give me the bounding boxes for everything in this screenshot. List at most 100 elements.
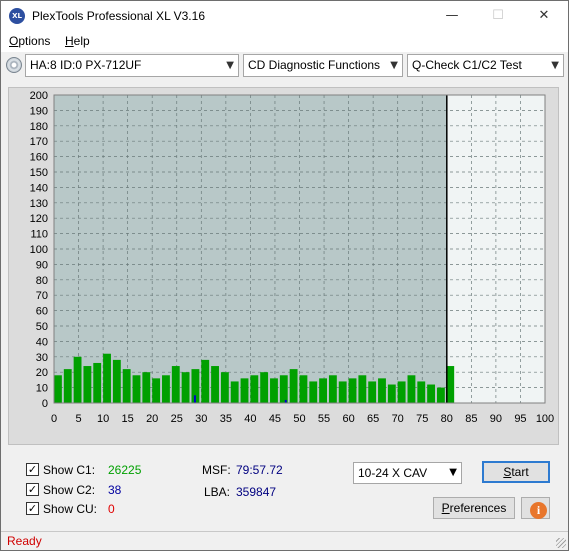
x-tick-label: 80	[441, 413, 453, 425]
chevron-down-icon: ▼	[390, 60, 398, 71]
c1-bar	[328, 375, 337, 403]
y-tick-label: 170	[30, 136, 48, 148]
speed-select[interactable]: 10-24 X CAV ▼	[353, 462, 462, 484]
c1-bar	[122, 369, 131, 403]
controls-panel: ✓ Show C1: ✓ Show C2: ✓ Show CU: 26225 3…	[8, 451, 559, 527]
c1-bar	[103, 353, 111, 403]
c1-bar	[299, 375, 308, 403]
lba-value: 359847	[236, 485, 277, 499]
y-tick-label: 130	[30, 198, 48, 210]
y-tick-label: 50	[36, 321, 48, 333]
c1-bar	[73, 356, 82, 403]
c1-bar	[387, 384, 396, 403]
start-label: tart	[511, 465, 529, 479]
menu-options[interactable]: Options	[9, 34, 50, 48]
title-bar: XL PlexTools Professional XL V3.16 — ☐ ✕	[1, 1, 568, 31]
y-tick-label: 10	[36, 383, 48, 395]
x-tick-label: 40	[244, 413, 256, 425]
c1-bar	[201, 359, 210, 403]
c1-bar	[220, 372, 229, 403]
c1-bar	[338, 381, 347, 403]
c1-bar	[162, 375, 170, 403]
y-tick-label: 80	[36, 275, 48, 287]
c1-bar	[240, 378, 249, 403]
y-tick-label: 110	[30, 229, 48, 241]
c1-bar	[211, 366, 219, 403]
info-button[interactable]: i	[521, 497, 550, 519]
maximize-button[interactable]: ☐	[475, 1, 521, 31]
y-tick-label: 60	[36, 306, 48, 318]
check-icon: ✓	[26, 463, 39, 476]
x-tick-label: 35	[220, 413, 232, 425]
y-tick-label: 160	[30, 152, 48, 164]
close-button[interactable]: ✕	[521, 1, 567, 31]
minimize-button[interactable]: —	[429, 1, 475, 31]
check-icon: ✓	[26, 502, 39, 515]
c1-bar	[83, 366, 92, 403]
x-tick-label: 5	[75, 413, 81, 425]
y-tick-label: 20	[36, 367, 48, 379]
drive-select-value: HA:8 ID:0 PX-712UF	[30, 58, 142, 72]
c2-bar	[193, 395, 196, 403]
c1-bar	[250, 375, 259, 403]
c1-bar	[436, 387, 445, 403]
y-tick-label: 140	[30, 182, 48, 194]
c1-bar	[93, 362, 102, 403]
menu-options-mnemonic: O	[9, 34, 19, 48]
preferences-button[interactable]: Preferences	[433, 497, 515, 519]
menu-help[interactable]: Help	[65, 34, 90, 48]
c1-bar	[171, 366, 180, 403]
c1-c2-error-chart: 0102030405060708090100110120130140150160…	[30, 90, 555, 425]
menu-bar: Options Help	[1, 31, 568, 52]
preferences-label: references	[449, 501, 507, 515]
x-tick-label: 15	[122, 413, 134, 425]
y-tick-label: 0	[42, 398, 48, 410]
chart-panel: 0 10 20 30 40 50 60 70 80 90 100 110 120 130 140 150 160…	[8, 87, 559, 445]
x-tick-label: 20	[146, 413, 158, 425]
lba-label: LBA:	[204, 485, 231, 499]
x-tick-label: 100	[536, 413, 554, 425]
x-tick-label: 30	[195, 413, 207, 425]
show-c1-label: Show C1:	[43, 463, 96, 477]
disc-drive-icon	[6, 57, 22, 73]
preferences-mnemonic: P	[441, 501, 450, 515]
c1-bar	[289, 369, 298, 403]
app-logo-icon: XL	[9, 8, 25, 24]
drive-select[interactable]: HA:8 ID:0 PX-712UF ▼	[25, 54, 239, 77]
y-tick-label: 200	[30, 90, 48, 102]
toolbar: HA:8 ID:0 PX-712UF ▼ CD Diagnostic Funct…	[1, 52, 568, 80]
y-tick-label: 180	[30, 121, 48, 133]
c1-bar	[142, 372, 151, 403]
window-title: PlexTools Professional XL V3.16	[32, 9, 205, 23]
function-select[interactable]: CD Diagnostic Functions ▼	[243, 54, 403, 77]
c1-count: 26225	[108, 463, 142, 477]
c1-bar	[319, 378, 327, 403]
c1-bar	[368, 381, 377, 403]
x-tick-label: 25	[171, 413, 183, 425]
y-tick-label: 100	[30, 244, 48, 256]
c1-bar	[230, 381, 239, 403]
x-tick-label: 55	[318, 413, 330, 425]
c1-bar	[309, 381, 318, 403]
c1-bar	[348, 378, 357, 403]
start-button[interactable]: Start	[482, 461, 550, 483]
info-icon: i	[530, 502, 547, 519]
resize-grip-icon[interactable]	[556, 538, 566, 548]
x-tick-label: 0	[51, 413, 57, 425]
c1-bar	[358, 375, 367, 403]
x-tick-label: 85	[465, 413, 477, 425]
c1-bar	[260, 372, 269, 403]
test-select[interactable]: Q-Check C1/C2 Test ▼	[407, 54, 564, 77]
msf-value: 79:57.72	[236, 463, 283, 477]
x-tick-label: 45	[269, 413, 281, 425]
y-tick-label: 120	[30, 213, 48, 225]
c2-count: 38	[108, 483, 122, 497]
show-cu-label: Show CU:	[43, 502, 98, 516]
c1-bar	[270, 378, 278, 403]
y-tick-label: 40	[36, 336, 48, 348]
c1-bar	[132, 375, 141, 403]
c1-bar	[152, 378, 161, 403]
chevron-down-icon: ▼	[226, 60, 234, 71]
c1-bar	[54, 375, 62, 403]
c1-bar	[378, 378, 386, 403]
